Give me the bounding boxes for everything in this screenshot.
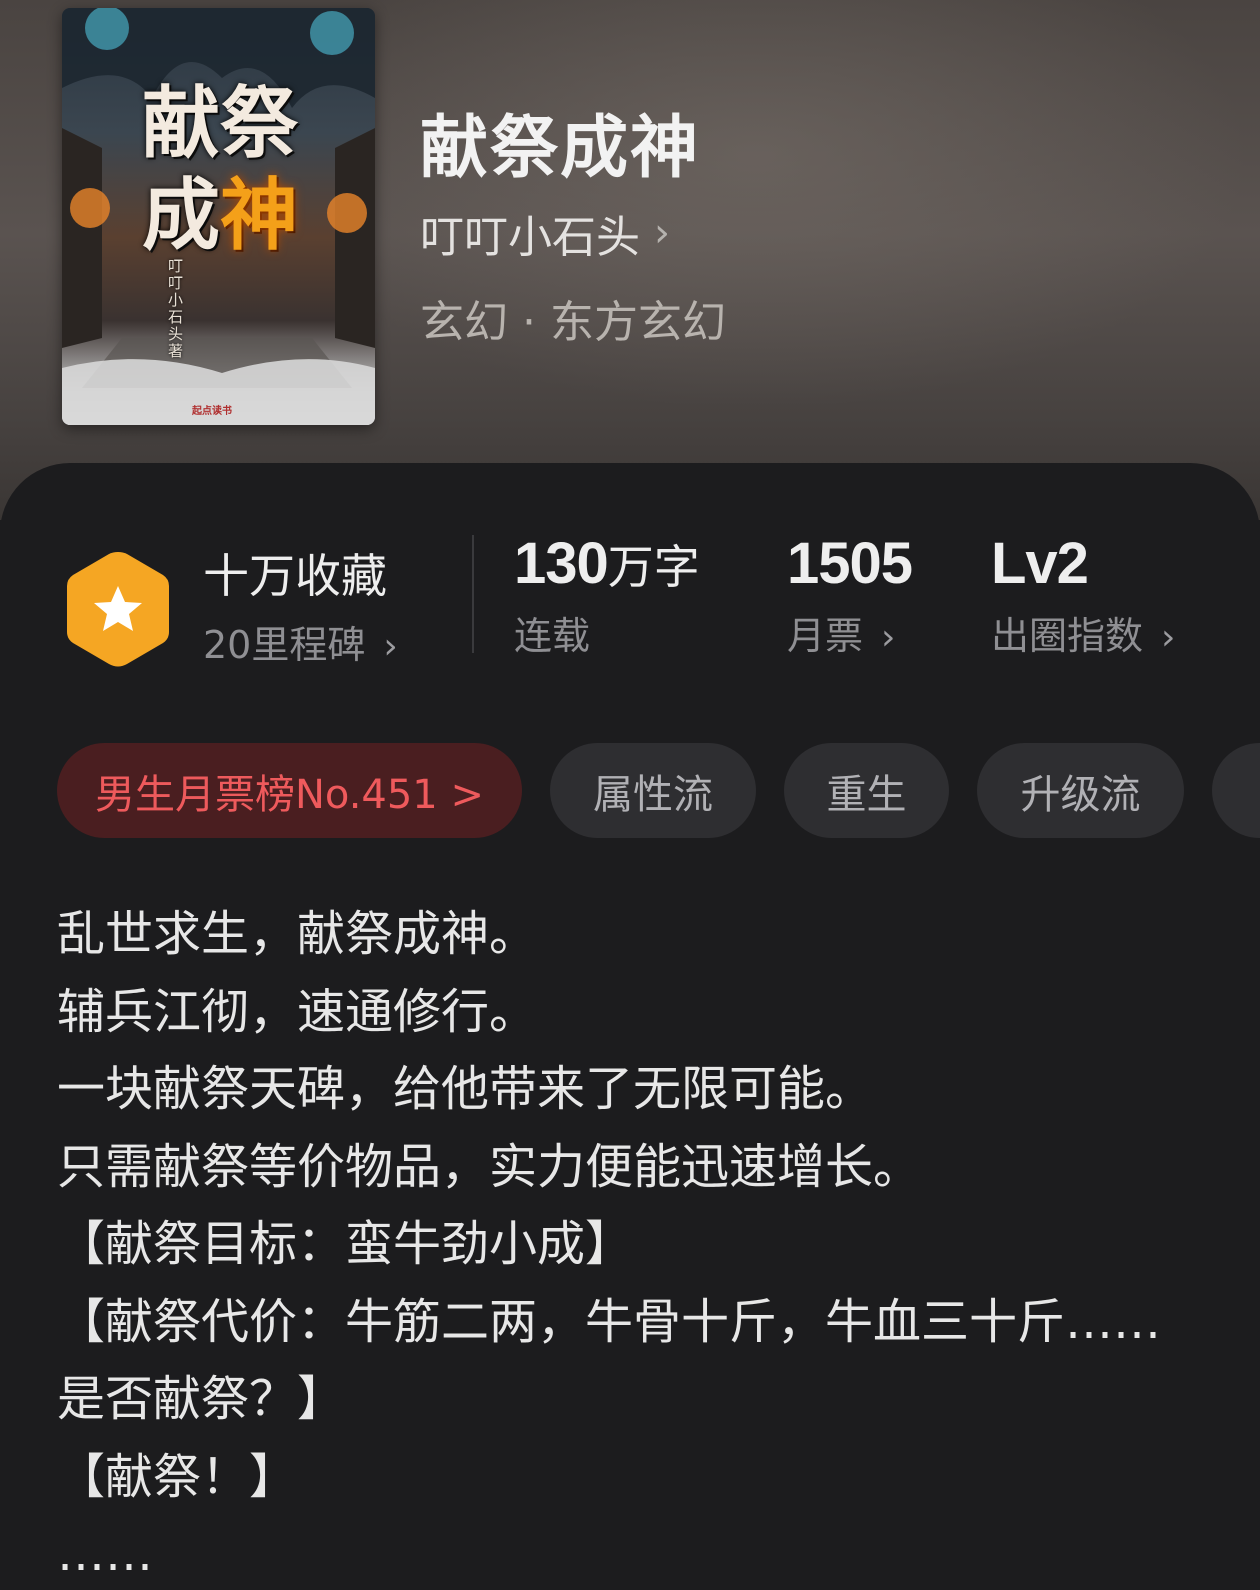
synopsis-line: 【献祭目标：蛮牛劲小成】 [57,1216,634,1272]
cover-author: 叮叮小石头著 [168,257,184,360]
synopsis-line: 只需献祭等价物品，实力便能迅速增长。 [57,1138,922,1195]
author-link[interactable]: 叮叮小石头 › [420,206,670,263]
synopsis-line: 是否献祭？】 [57,1371,346,1427]
monthly-ticket-stat[interactable]: 1505 月票 › [787,530,913,660]
synopsis-line: 【献祭！】 [57,1448,298,1505]
chevron-right-icon: › [383,626,398,667]
popularity-level: Lv2 [991,530,1175,597]
collect-label: 十万收藏 [203,549,387,603]
tag-chip[interactable]: 升级流 [977,743,1184,838]
monthly-ticket-label: 月票 [787,614,864,658]
popularity-index-link: 出圈指数 › [991,605,1175,660]
milestone-label: 20里程碑 [203,623,366,667]
word-count: 130万字 [514,530,700,597]
word-count-value: 130 [514,531,609,596]
cover-title-char: 祭 [220,78,299,169]
cover-title: 献祭 成神 [142,78,332,262]
chevron-right-icon: › [881,617,896,658]
author-name: 叮叮小石头 [420,212,640,263]
monthly-ticket-value: 1505 [787,531,913,596]
synopsis-line: 乱世求生，献祭成神。 [57,906,538,962]
monthly-ticket-link: 月票 › [787,605,912,660]
synopsis-line: 辅兵江彻，速通修行。 [57,983,538,1040]
cover-title-char: 成 [142,170,221,261]
book-title: 献祭成神 [420,108,701,188]
word-count-stat: 130万字 连载 [514,530,700,660]
popularity-index-label: 出圈指数 [991,614,1144,658]
chevron-right-icon: › [654,210,670,256]
book-header: 献祭 成神 叮叮小石头著 起点读书 献祭成神 叮叮小石头 › 玄幻 · 东方玄幻 [0,0,1260,520]
cover-title-char: 献 [142,78,221,169]
book-cover[interactable]: 献祭 成神 叮叮小石头著 起点读书 [62,8,375,425]
synopsis-line: 【献祭代价：牛筋二两，牛骨十斤，牛血三十斤…… [57,1293,1162,1350]
tag-chip[interactable]: 属性流 [550,743,756,838]
star-badge-icon [67,552,169,667]
chevron-right-icon: › [1161,617,1176,658]
cover-publisher: 起点读书 [192,406,232,417]
book-synopsis: 乱世求生，献祭成神。 辅兵江彻，速通修行。 一块献祭天碑，给他带来了无限可能。 … [57,896,1237,1590]
collect-milestone[interactable]: 十万收藏 20里程碑 › [203,540,398,669]
monthly-ticket: 1505 [787,530,913,597]
milestone-link: 20里程碑 › [203,614,398,669]
book-genre[interactable]: 玄幻 · 东方玄幻 [420,286,726,350]
synopsis-line: 一块献祭天碑，给他带来了无限可能。 [57,1061,874,1117]
cover-title-char: 神 [220,170,299,261]
popularity-level-value: Lv2 [991,531,1089,596]
rank-tag[interactable]: 男生月票榜No.451 > [57,743,522,838]
tag-list: 男生月票榜No.451 > 属性流 重生 升级流 [57,743,1260,838]
word-count-unit: 万字 [607,540,700,594]
serial-status: 连载 [514,614,591,658]
synopsis-line: …… [57,1526,153,1582]
tag-chip[interactable]: 重生 [784,743,949,838]
stats-divider [472,535,474,653]
tag-chip-partial[interactable] [1212,743,1260,838]
popularity-index-stat[interactable]: Lv2 出圈指数 › [991,530,1175,660]
